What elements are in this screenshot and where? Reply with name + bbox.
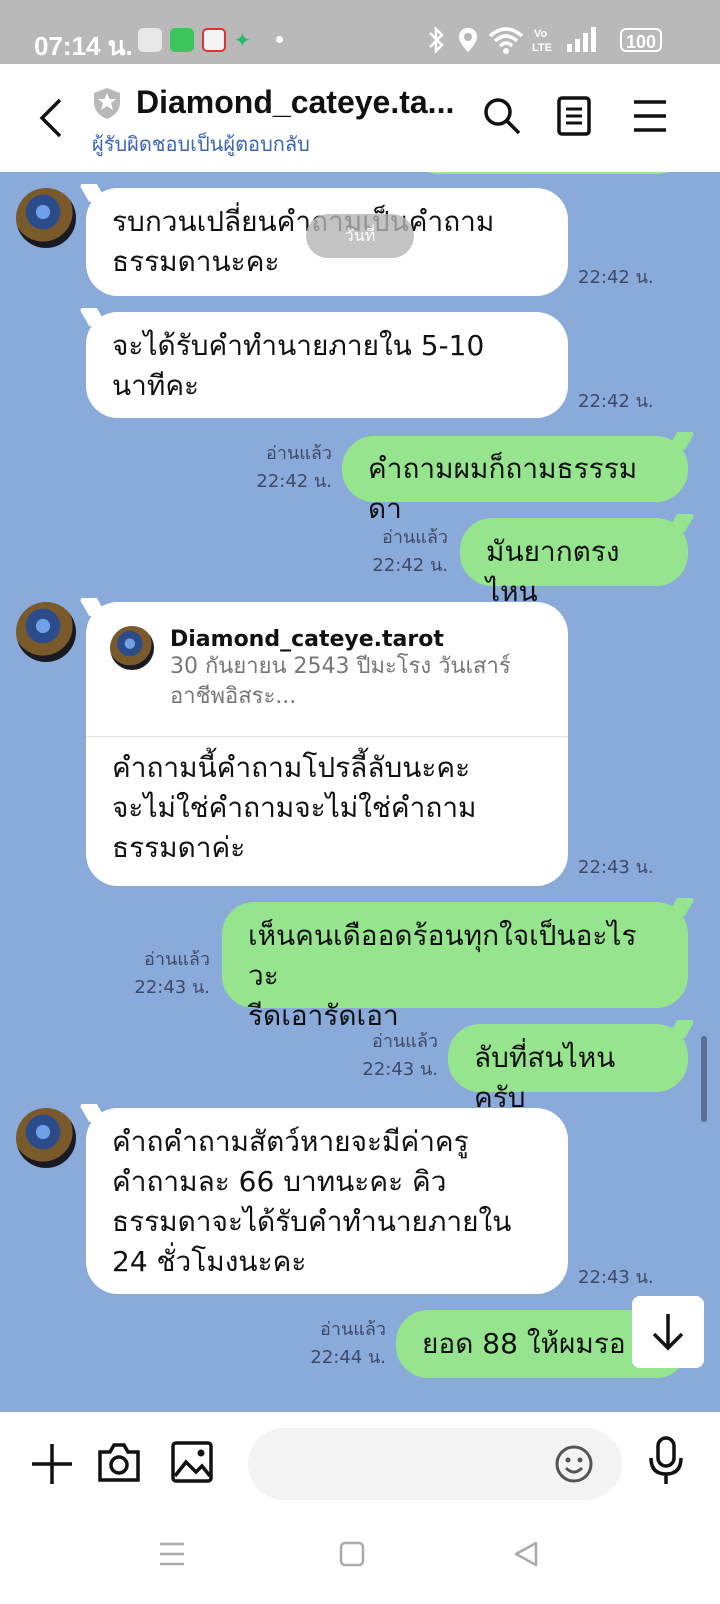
incoming-message[interactable]: คำถคำถามสัตว์หายจะมีค่าครู คำถามละ 66 บา… xyxy=(86,1108,568,1294)
wifi-icon xyxy=(488,27,524,54)
message-text: เห็นคนเดืออดร้อนทุกใจเป็นอะไรวะ รีดเอารั… xyxy=(248,919,637,1032)
read-label: อ่านแล้ว xyxy=(266,443,332,464)
message-text: มันยากตรงไหน xyxy=(486,535,620,608)
sender-avatar[interactable] xyxy=(16,188,76,248)
read-label: อ่านแล้ว xyxy=(382,527,448,548)
signal-icon xyxy=(567,27,596,52)
battery-indicator: 100 xyxy=(620,28,662,52)
message-text: จะได้รับคำทำนายภายใน 5-10 นาทีคะ xyxy=(112,329,485,402)
notification-app-icon: ✦ xyxy=(234,30,251,52)
message-text: คำถามนี้คำถามโปรลี้ลับนะคะ จะไม่ใช่คำถาม… xyxy=(112,751,477,864)
scroll-to-bottom-button[interactable] xyxy=(632,1296,704,1368)
chat-header: Diamond_cateye.ta... ผู้รับผิดชอบเป็นผู้… xyxy=(0,64,720,172)
message-time: 22:42 น. xyxy=(372,555,448,576)
notification-app-icon xyxy=(170,28,194,52)
read-label: อ่านแล้ว xyxy=(372,1031,438,1052)
chat-subtitle: ผู้รับผิดชอบเป็นผู้ตอบกลับ xyxy=(92,132,310,156)
read-label: อ่านแล้ว xyxy=(320,1319,386,1340)
read-receipt: อ่านแล้ว 22:43 น. xyxy=(118,946,210,1002)
microphone-icon[interactable] xyxy=(648,1436,684,1486)
camera-icon[interactable] xyxy=(96,1440,142,1484)
read-receipt: อ่านแล้ว 22:42 น. xyxy=(356,524,448,580)
quoted-message[interactable]: Diamond_cateye.tarot 30 กันยายน 2543 ปีม… xyxy=(86,602,568,737)
read-receipt: อ่านแล้ว 22:44 น. xyxy=(294,1316,386,1372)
chat-title[interactable]: Diamond_cateye.ta... xyxy=(136,84,454,121)
incoming-message[interactable]: จะได้รับคำทำนายภายใน 5-10 นาทีคะ xyxy=(86,312,568,418)
read-label: อ่านแล้ว xyxy=(144,949,210,970)
svg-text:Vo: Vo xyxy=(534,28,548,40)
incoming-reply-message[interactable]: Diamond_cateye.tarot 30 กันยายน 2543 ปีม… xyxy=(86,602,568,886)
message-time: 22:43 น. xyxy=(134,977,210,998)
outgoing-message[interactable]: คำถามผมก็ถามธรรรมดา xyxy=(342,436,688,525)
location-icon xyxy=(459,28,477,52)
menu-icon[interactable] xyxy=(632,96,668,136)
emoji-icon[interactable] xyxy=(554,1444,594,1484)
read-receipt: อ่านแล้ว 22:43 น. xyxy=(346,1028,438,1084)
message-time: 22:43 น. xyxy=(578,857,654,878)
message-time: 22:44 น. xyxy=(310,1347,386,1368)
message-time: 22:42 น. xyxy=(578,267,654,288)
recent-apps-icon[interactable] xyxy=(158,1540,186,1568)
bluetooth-icon xyxy=(429,26,444,54)
read-receipt: อ่านแล้ว 22:42 น. xyxy=(240,440,332,496)
scrollbar[interactable] xyxy=(701,1036,707,1122)
message-input-bar xyxy=(0,1412,720,1604)
image-icon[interactable] xyxy=(170,1440,214,1484)
back-icon[interactable] xyxy=(512,1540,540,1568)
home-icon[interactable] xyxy=(338,1540,366,1568)
search-icon[interactable] xyxy=(482,96,522,136)
chat-area[interactable]: รบกวนเปลี่ยนคำถามเป็นคำถาม ธรรมดานะคะ วั… xyxy=(0,172,720,1412)
outgoing-message[interactable]: ลับที่สนไหนครับ xyxy=(448,1024,688,1114)
back-arrow-icon[interactable] xyxy=(38,98,66,138)
plus-icon[interactable] xyxy=(30,1442,74,1486)
notification-app-icon xyxy=(202,28,226,52)
sender-avatar[interactable] xyxy=(16,1108,76,1168)
message-input[interactable] xyxy=(248,1428,622,1500)
message-time: 22:42 น. xyxy=(578,391,654,412)
volte-icon: Vo LTE xyxy=(532,28,552,54)
outgoing-message[interactable]: มันยากตรงไหน xyxy=(460,518,688,608)
shield-icon xyxy=(94,88,120,119)
date-overlay-pill: วันที่ xyxy=(306,214,414,258)
arrow-down-icon xyxy=(652,1314,684,1351)
sender-avatar[interactable] xyxy=(16,602,76,662)
svg-text:LTE: LTE xyxy=(532,42,552,54)
message-time: 22:42 น. xyxy=(256,471,332,492)
message-text: ยอด 88 ให้ผมรอ xyxy=(422,1327,626,1360)
quoted-avatar xyxy=(110,626,154,670)
message-time: 22:43 น. xyxy=(362,1059,438,1080)
outgoing-message[interactable]: เห็นคนเดืออดร้อนทุกใจเป็นอะไรวะ รีดเอารั… xyxy=(222,902,688,1032)
more-notifications-dot xyxy=(276,36,283,43)
notes-icon[interactable] xyxy=(556,96,592,136)
quoted-text: 30 กันยายน 2543 ปีมะโรง วันเสาร์ อาชีพอิ… xyxy=(170,654,511,709)
message-text: คำถคำถามสัตว์หายจะมีค่าครู คำถามละ 66 บา… xyxy=(112,1125,512,1278)
message-text: คำถามผมก็ถามธรรรมดา xyxy=(368,452,638,525)
message-time: 22:43 น. xyxy=(578,1267,654,1288)
notification-app-icon xyxy=(138,28,162,52)
status-time: 07:14 น. xyxy=(34,31,133,61)
message-text: รบกวนเปลี่ยนคำถามเป็นคำถาม ธรรมดานะคะ xyxy=(112,205,495,278)
partial-outgoing-bubble xyxy=(410,172,686,174)
status-bar: 07:14 น. ✦ Vo LTE 100 xyxy=(0,0,720,64)
message-text: ลับที่สนไหนครับ xyxy=(474,1041,616,1114)
